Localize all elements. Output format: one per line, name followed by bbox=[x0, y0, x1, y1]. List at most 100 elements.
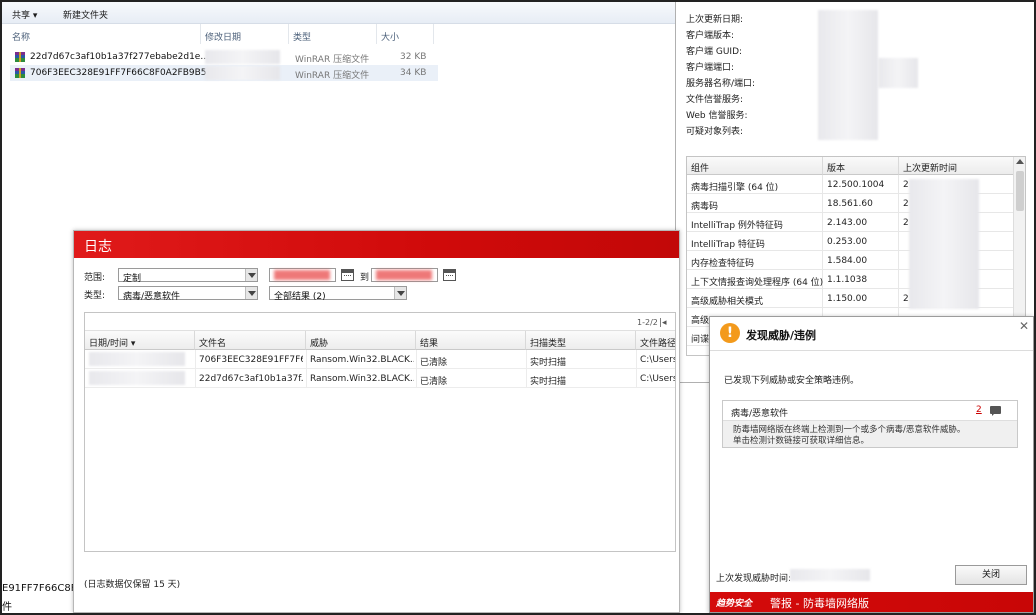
explorer-toolbar: 共享 ▾ 新建文件夹 bbox=[2, 2, 677, 24]
column-header-scan-type[interactable]: 扫描类型 bbox=[526, 331, 636, 350]
log-table: 1-2/2 |◂ 日期/时间 ▾ 文件名 威胁 结果 扫描类型 文件路径 706… bbox=[84, 312, 676, 552]
threat-count-link[interactable]: 2 bbox=[976, 405, 982, 415]
result-select[interactable]: 全部结果 (2) bbox=[269, 286, 407, 302]
column-header-type[interactable]: 类型 bbox=[293, 30, 311, 43]
close-icon[interactable]: ✕ bbox=[1019, 319, 1029, 333]
info-label: 客户端版本: bbox=[686, 31, 735, 41]
threat-detail-line: 防毒墙网络版在终端上检测到一个或多个病毒/恶意软件威胁。 bbox=[733, 425, 966, 435]
log-file-path: C:\Users\ bbox=[640, 355, 675, 365]
scroll-up-arrow-icon[interactable] bbox=[1016, 159, 1024, 164]
share-menu-button[interactable]: 共享 ▾ bbox=[12, 8, 37, 21]
column-header-file-path[interactable]: 文件路径 bbox=[636, 331, 675, 350]
component-version: 1.1.1038 bbox=[827, 275, 868, 285]
column-divider bbox=[195, 350, 196, 388]
component-name: 间谍 bbox=[691, 335, 710, 345]
column-divider[interactable] bbox=[433, 24, 434, 44]
info-label: 服务器名称/端口: bbox=[686, 79, 756, 89]
type-select-value: 病毒/恶意软件 bbox=[123, 292, 181, 302]
column-header-size[interactable]: 大小 bbox=[381, 30, 399, 43]
brand-logo: 趋势安全 bbox=[716, 599, 753, 609]
redacted-update-times bbox=[909, 179, 979, 309]
column-header-component[interactable]: 组件 bbox=[687, 157, 823, 175]
column-header-modified[interactable]: 修改日期 bbox=[205, 30, 241, 43]
log-window-titlebar[interactable]: 日志 bbox=[74, 231, 679, 258]
info-label: 客户端端口: bbox=[686, 63, 735, 73]
log-retention-note: (日志数据仅保留 15 天) bbox=[84, 580, 181, 590]
file-row[interactable]: 22d7d67c3af10b1a37f277ebabe2d1e... WinRA… bbox=[10, 49, 438, 65]
range-select[interactable]: 定制 bbox=[118, 268, 258, 284]
winrar-archive-icon bbox=[14, 51, 26, 63]
new-folder-button[interactable]: 新建文件夹 bbox=[63, 8, 108, 21]
redacted-date bbox=[205, 66, 280, 80]
column-header-filename[interactable]: 文件名 bbox=[195, 331, 306, 350]
winrar-archive-icon bbox=[14, 67, 26, 79]
scrollbar-thumb[interactable] bbox=[1016, 171, 1024, 211]
page-indicator: 1-2/2 bbox=[637, 318, 658, 327]
popup-header: ! 发现威胁/违例 ✕ bbox=[710, 317, 1033, 351]
info-label: 文件信誉服务: bbox=[686, 95, 744, 105]
end-date-input[interactable] bbox=[371, 268, 438, 282]
log-threat: Ransom.Win32.BLACK... bbox=[310, 374, 414, 384]
log-file-name: 22d7d67c3af10b1a37f... bbox=[199, 374, 303, 384]
file-row[interactable]: 706F3EEC328E91FF7F66C8F0A2FB9B5... WinRA… bbox=[10, 65, 438, 81]
redacted-date bbox=[274, 270, 330, 280]
result-select-value: 全部结果 (2) bbox=[274, 292, 326, 302]
log-scan-type: 实时扫描 bbox=[530, 377, 567, 387]
component-name: 高级威胁相关模式 bbox=[691, 297, 764, 307]
type-label: 类型: bbox=[84, 291, 106, 301]
column-divider bbox=[636, 350, 637, 388]
component-updated: 2 bbox=[903, 199, 909, 209]
threat-summary-box: 病毒/恶意软件 2 防毒墙网络版在终端上检测到一个或多个病毒/恶意软件威胁。 单… bbox=[722, 400, 1018, 448]
file-type: WinRAR 压缩文件 bbox=[295, 71, 370, 81]
calendar-icon[interactable] bbox=[443, 269, 456, 281]
info-label: 上次更新日期: bbox=[686, 15, 744, 25]
component-version: 1.584.00 bbox=[827, 256, 868, 266]
alert-banner: 趋势安全 警报 - 防毒墙网络版 bbox=[710, 592, 1033, 612]
type-select[interactable]: 病毒/恶意软件 bbox=[118, 286, 258, 302]
component-name: 病毒扫描引擎 (64 位) bbox=[691, 183, 779, 193]
last-found-label: 上次发现威胁时间: bbox=[716, 574, 792, 584]
column-header-version[interactable]: 版本 bbox=[823, 157, 899, 175]
popup-description: 已发现下列威胁或安全策略违例。 bbox=[724, 376, 860, 386]
explorer-column-headers: 名称 修改日期 类型 大小 bbox=[2, 26, 677, 44]
alert-banner-text: 警报 - 防毒墙网络版 bbox=[770, 597, 869, 610]
to-label: 到 bbox=[360, 273, 370, 283]
redacted-info-values bbox=[818, 10, 878, 140]
column-divider bbox=[526, 350, 527, 388]
info-label: Web 信誉服务: bbox=[686, 111, 748, 121]
column-divider[interactable] bbox=[200, 24, 201, 44]
component-version: 18.561.60 bbox=[827, 199, 873, 209]
redacted-info-values bbox=[878, 58, 918, 88]
column-divider[interactable] bbox=[376, 24, 377, 44]
first-page-icon[interactable]: |◂ bbox=[659, 318, 667, 328]
calendar-icon[interactable] bbox=[341, 269, 354, 281]
component-name: 高级 bbox=[691, 316, 710, 326]
redacted-date bbox=[205, 50, 280, 64]
redacted-date bbox=[376, 270, 432, 280]
log-row[interactable]: 706F3EEC328E91FF7F6... Ransom.Win32.BLAC… bbox=[85, 350, 675, 369]
column-header-name[interactable]: 名称 bbox=[12, 30, 30, 43]
log-window: 日志 范围: 定制 到 类型: 病毒/恶意软件 全部结果 (2) 1-2/2 |… bbox=[73, 230, 680, 613]
log-threat: Ransom.Win32.BLACK... bbox=[310, 355, 414, 365]
chevron-down-icon bbox=[245, 287, 257, 299]
threat-detail-line: 单击检测计数链接可获取详细信息。 bbox=[733, 436, 870, 446]
log-row[interactable]: 22d7d67c3af10b1a37f... Ransom.Win32.BLAC… bbox=[85, 369, 675, 388]
column-header-threat[interactable]: 威胁 bbox=[306, 331, 416, 350]
threat-alert-popup: ! 发现威胁/违例 ✕ 已发现下列威胁或安全策略违例。 病毒/恶意软件 2 防毒… bbox=[709, 316, 1034, 613]
log-window-title: 日志 bbox=[84, 239, 112, 255]
start-date-input[interactable] bbox=[269, 268, 336, 282]
redacted-last-found-time bbox=[790, 569, 870, 581]
close-button[interactable]: 关闭 bbox=[955, 565, 1027, 585]
component-updated: 2 bbox=[903, 294, 909, 304]
component-updated: 2 bbox=[903, 218, 909, 228]
column-header-result[interactable]: 结果 bbox=[416, 331, 526, 350]
component-version: 1.150.00 bbox=[827, 294, 868, 304]
column-header-datetime[interactable]: 日期/时间 ▾ bbox=[85, 331, 195, 350]
comment-bubble-icon[interactable] bbox=[990, 406, 1001, 416]
warning-icon: ! bbox=[720, 323, 740, 343]
component-version: 0.253.00 bbox=[827, 237, 868, 247]
column-divider[interactable] bbox=[288, 24, 289, 44]
redacted-datetime bbox=[89, 371, 185, 385]
column-header-updated[interactable]: 上次更新时间 bbox=[899, 157, 1015, 175]
component-updated: 2 bbox=[903, 180, 909, 190]
